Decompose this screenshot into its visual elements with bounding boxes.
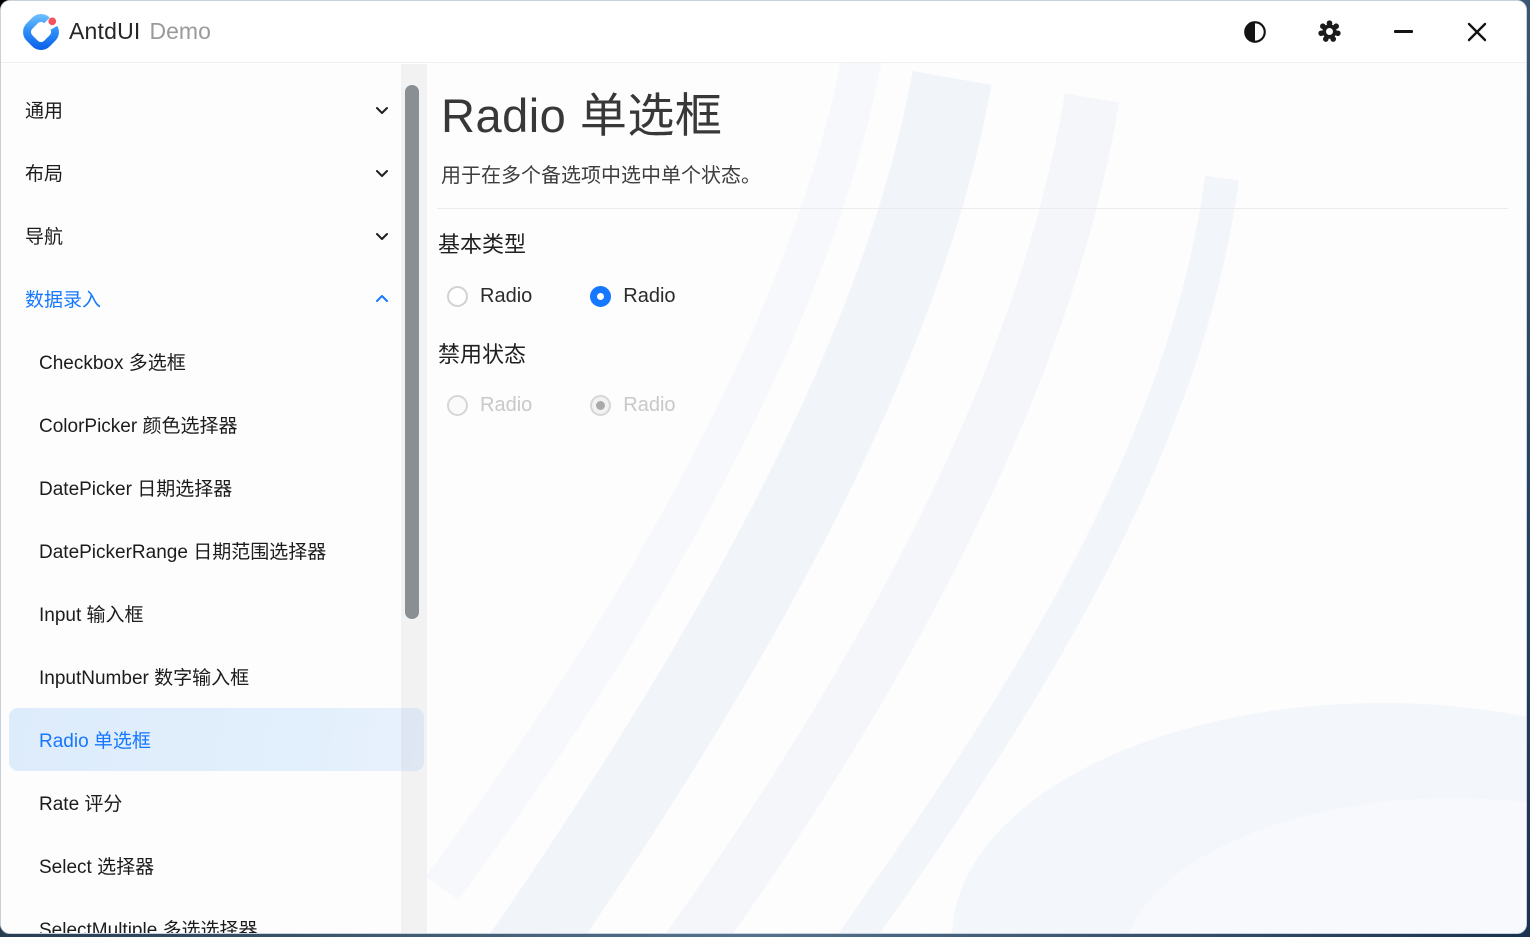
radio-option-disabled-unchecked: Radio — [447, 394, 532, 417]
section-heading-basic: 基本类型 — [438, 227, 526, 259]
sidebar: 通用 布局 导航 数据录入 Checkbox 多选框 — [1, 64, 427, 933]
sidebar-item-datepickerrange[interactable]: DatePickerRange 日期范围选择器 — [1, 519, 427, 582]
sidebar-item-label: Rate 评分 — [39, 789, 122, 816]
sidebar-item-label: DatePicker 日期选择器 — [39, 474, 232, 501]
sidebar-scrollbar-thumb[interactable] — [405, 85, 419, 619]
sidebar-group-label: 布局 — [25, 159, 63, 186]
page-description: 用于在多个备选项中选中单个状态。 — [441, 159, 761, 188]
chevron-up-icon — [371, 288, 393, 310]
chevron-down-icon — [371, 99, 393, 121]
minimize-icon — [1394, 30, 1413, 33]
sidebar-item-label: SelectMultiple 多选选择器 — [39, 915, 258, 934]
gear-icon — [1316, 18, 1343, 45]
radio-group-basic: Radio Radio — [447, 285, 676, 308]
theme-toggle-button[interactable] — [1232, 9, 1278, 55]
sidebar-group-label: 数据录入 — [25, 285, 101, 312]
sidebar-group-label: 通用 — [25, 96, 63, 123]
sidebar-scrollbar-track[interactable] — [401, 64, 427, 933]
app-title: AntdUI — [69, 18, 141, 45]
minimize-button[interactable] — [1380, 9, 1426, 55]
sidebar-item-label: Input 输入框 — [39, 600, 144, 627]
sidebar-group-navigation[interactable]: 导航 — [1, 204, 427, 267]
sidebar-item-label: Select 选择器 — [39, 852, 154, 879]
radio-group-disabled: Radio Radio — [447, 394, 676, 417]
sidebar-item-label: ColorPicker 颜色选择器 — [39, 411, 237, 438]
sidebar-item-rate[interactable]: Rate 评分 — [1, 771, 427, 834]
page-title: Radio 单选框 — [441, 77, 722, 146]
chevron-down-icon — [371, 225, 393, 247]
close-icon — [1465, 20, 1489, 44]
sidebar-item-label: Checkbox 多选框 — [39, 348, 186, 375]
radio-label: Radio — [623, 285, 675, 308]
antdui-logo-icon — [23, 14, 59, 50]
radio-option-unchecked[interactable]: Radio — [447, 285, 532, 308]
sidebar-group-layout[interactable]: 布局 — [1, 141, 427, 204]
sidebar-item-checkbox[interactable]: Checkbox 多选框 — [1, 330, 427, 393]
close-button[interactable] — [1454, 9, 1500, 55]
sidebar-item-colorpicker[interactable]: ColorPicker 颜色选择器 — [1, 393, 427, 456]
main-content: Radio 单选框 用于在多个备选项中选中单个状态。 基本类型 Radio Ra… — [427, 63, 1526, 933]
sidebar-item-inputnumber[interactable]: InputNumber 数字输入框 — [1, 645, 427, 708]
sidebar-item-selectmultiple[interactable]: SelectMultiple 多选选择器 — [1, 897, 427, 934]
radio-circle-disabled-checked-icon — [590, 395, 611, 416]
sidebar-item-label: DatePickerRange 日期范围选择器 — [39, 537, 326, 564]
radio-label: Radio — [623, 394, 675, 417]
radio-label: Radio — [480, 285, 532, 308]
sidebar-group-label: 导航 — [25, 222, 63, 249]
radio-option-disabled-checked: Radio — [590, 394, 675, 417]
chevron-down-icon — [371, 162, 393, 184]
radio-label: Radio — [480, 394, 532, 417]
titlebar: AntdUI Demo — [1, 1, 1526, 63]
radio-circle-checked-icon — [590, 286, 611, 307]
divider — [437, 208, 1508, 209]
radio-option-checked[interactable]: Radio — [590, 285, 675, 308]
sidebar-group-data-entry[interactable]: 数据录入 — [1, 267, 427, 330]
sidebar-group-general[interactable]: 通用 — [1, 78, 427, 141]
sidebar-item-label: InputNumber 数字输入框 — [39, 663, 249, 690]
radio-circle-disabled-icon — [447, 395, 468, 416]
radio-circle-icon — [447, 286, 468, 307]
sidebar-item-label: Radio 单选框 — [39, 726, 151, 753]
sidebar-item-input[interactable]: Input 输入框 — [1, 582, 427, 645]
background-watermark — [427, 63, 1526, 933]
app-title-suffix: Demo — [150, 18, 211, 45]
app-window: AntdUI Demo — [0, 0, 1527, 934]
sidebar-item-select[interactable]: Select 选择器 — [1, 834, 427, 897]
sidebar-item-radio[interactable]: Radio 单选框 — [9, 708, 424, 771]
sidebar-item-datepicker[interactable]: DatePicker 日期选择器 — [1, 456, 427, 519]
settings-button[interactable] — [1306, 9, 1352, 55]
contrast-icon — [1242, 19, 1268, 45]
section-heading-disabled: 禁用状态 — [438, 337, 526, 369]
